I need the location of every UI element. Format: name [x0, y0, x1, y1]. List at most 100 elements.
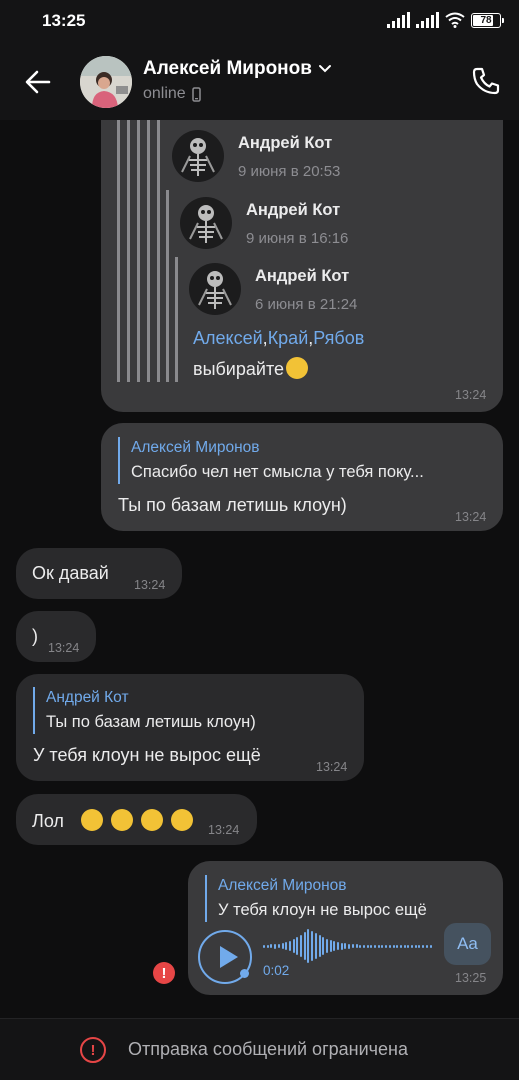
- message-time: 13:24: [134, 578, 166, 592]
- forward-date: 9 июня в 20:53: [238, 163, 341, 180]
- forward-mentions: Алексей,Край,Рябов: [193, 328, 364, 349]
- status-icons: 78: [387, 12, 504, 28]
- reply-bar: [33, 687, 35, 734]
- waveform-bar: [266, 944, 269, 948]
- waveform-bar: [399, 944, 402, 948]
- forward-line: [127, 120, 130, 382]
- waveform-bar: [411, 944, 413, 948]
- waveform-bar: [429, 944, 432, 948]
- battery-level: 78: [480, 14, 492, 26]
- forward-line: [137, 120, 140, 382]
- message-time: 13:24: [455, 388, 487, 402]
- waveform-bar: [285, 942, 288, 950]
- chat-header: Алексей Миронов online: [0, 44, 519, 120]
- forward-author: Андрей Кот: [255, 267, 350, 285]
- back-arrow-icon[interactable]: [20, 64, 56, 100]
- message-time: 13:24: [48, 641, 80, 655]
- unplayed-dot-icon: [240, 969, 249, 978]
- message-text: Ты по базам летишь клоун): [118, 495, 347, 515]
- reply-author: Алексей Миронов: [131, 439, 260, 456]
- forward-avatar[interactable]: [180, 197, 232, 249]
- message-text: У тебя клоун не вырос ещё: [33, 745, 261, 765]
- contact-name[interactable]: Алексей Миронов: [143, 58, 332, 80]
- forward-avatar[interactable]: [172, 130, 224, 182]
- forward-line: [175, 257, 178, 382]
- reply-bar: [118, 437, 120, 484]
- message-text: Ок давай: [32, 563, 109, 583]
- signal-icon: [416, 12, 439, 28]
- tears-of-joy-icon: [140, 809, 163, 831]
- waveform-bar: [425, 944, 428, 948]
- waveform-bar: [337, 942, 339, 950]
- waveform-bar: [344, 943, 347, 949]
- forward-author: Андрей Кот: [246, 201, 341, 219]
- contact-name-text: Алексей Миронов: [143, 58, 312, 79]
- contact-status: online: [143, 85, 201, 103]
- forward-text-content: выбирайте: [193, 359, 284, 379]
- mention-link[interactable]: Рябов: [313, 328, 364, 348]
- message-text-content: Лол: [32, 811, 64, 831]
- reply-author: Андрей Кот: [46, 689, 129, 706]
- waveform-bar: [300, 935, 302, 957]
- forward-line: [117, 120, 120, 382]
- waveform-bar: [381, 944, 384, 948]
- reply-text: Ты по базам летишь клоун): [46, 713, 256, 731]
- waveform[interactable]: [263, 928, 433, 964]
- send-error-icon[interactable]: !: [153, 962, 175, 984]
- contact-status-text: online: [143, 85, 186, 102]
- message-feed[interactable]: Андрей Кот 9 июня в 20:53 Андрей Кот 9 и…: [0, 120, 519, 1018]
- forward-text: выбирайте: [193, 357, 316, 380]
- status-bar: 13:25 78: [0, 0, 519, 44]
- waveform-bar: [351, 944, 354, 948]
- reply-bar: [205, 875, 207, 922]
- message-time: 13:24: [316, 760, 348, 774]
- signal-icon: [387, 12, 410, 28]
- status-time: 13:25: [42, 11, 86, 30]
- waveform-bar: [303, 932, 306, 960]
- waveform-bar: [388, 944, 391, 948]
- mention-link[interactable]: Край: [268, 328, 309, 348]
- phone-device-icon: [191, 86, 201, 102]
- message-text: Лол: [32, 809, 201, 832]
- waveform-bar: [392, 944, 395, 948]
- waveform-bar: [370, 944, 373, 948]
- reply-text: Спасибо чел нет смысла у тебя поку...: [131, 463, 424, 481]
- transcribe-button[interactable]: Aa: [444, 923, 491, 965]
- waveform-bar: [377, 944, 380, 948]
- waveform-bar: [311, 931, 314, 961]
- message-text: ): [32, 626, 38, 646]
- waveform-bar: [374, 944, 376, 948]
- waveform-bar: [403, 944, 406, 948]
- forward-line: [157, 120, 160, 382]
- waveform-bar: [366, 944, 369, 948]
- chevron-down-icon[interactable]: [318, 64, 332, 74]
- waveform-bar: [385, 944, 388, 948]
- composer-restricted: ! Отправка сообщений ограничена: [0, 1018, 519, 1080]
- forward-line: [147, 120, 150, 382]
- avatar[interactable]: [80, 56, 132, 108]
- tears-of-joy-icon: [80, 809, 103, 831]
- waveform-bar: [277, 944, 280, 948]
- restricted-notice: Отправка сообщений ограничена: [128, 1039, 408, 1059]
- phone-call-icon[interactable]: [469, 64, 503, 98]
- waveform-bar: [355, 944, 358, 948]
- waveform-bar: [362, 944, 365, 948]
- waveform-bar: [322, 937, 325, 955]
- waveform-bar: [422, 944, 425, 948]
- mention-link[interactable]: Алексей: [193, 328, 263, 348]
- forward-avatar[interactable]: [189, 263, 241, 315]
- waveform-bar: [414, 944, 417, 948]
- waveform-bar: [359, 944, 362, 948]
- reply-author: Алексей Миронов: [218, 877, 347, 894]
- message-time: 13:24: [208, 823, 240, 837]
- waveform-bar: [325, 939, 328, 953]
- waveform-bar: [407, 944, 410, 948]
- waveform-bar: [340, 942, 343, 950]
- voice-duration: 0:02: [263, 963, 290, 978]
- waveform-bar: [418, 944, 421, 948]
- waveform-bar: [348, 943, 351, 949]
- waveform-bar: [333, 941, 336, 951]
- waveform-bar: [296, 937, 299, 955]
- tears-of-joy-icon: [110, 809, 133, 831]
- waveform-bar: [318, 935, 321, 957]
